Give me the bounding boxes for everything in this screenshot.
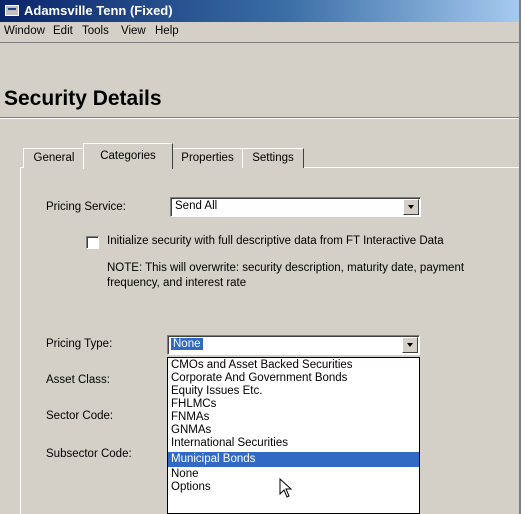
menu-view[interactable]: View [121,25,146,37]
tab-categories[interactable]: Categories [83,143,173,169]
tab-categories-label: Categories [100,150,156,162]
tab-settings-label: Settings [252,152,294,164]
subsector-code-label: Subsector Code: [46,448,132,460]
menu-help[interactable]: Help [155,25,179,37]
mouse-pointer-icon [279,478,293,498]
chevron-down-icon[interactable] [402,337,418,353]
overwrite-note: NOTE: This will overwrite: security desc… [107,261,519,291]
pricing-type-label: Pricing Type: [46,338,113,350]
menu-edit[interactable]: Edit [53,25,73,37]
tab-properties-label: Properties [181,152,234,164]
asset-class-label: Asset Class: [46,374,110,386]
overwrite-note-line2: frequency, and interest rate [107,277,247,289]
initialize-security-checkbox[interactable] [86,236,99,249]
page-title: Security Details [4,87,162,110]
tab-properties[interactable]: Properties [171,148,244,168]
menu-window[interactable]: Window [4,25,45,37]
window-title: Adamsville Tenn (Fixed) [24,3,173,18]
menu-tools[interactable]: Tools [82,25,109,37]
pricing-service-select[interactable]: Send All [170,197,421,217]
pricing-service-label: Pricing Service: [46,201,126,213]
menu-bar: Window Edit Tools View Help [0,22,519,43]
dropdown-option[interactable]: Equity Issues Etc. [168,385,419,398]
tab-settings[interactable]: Settings [242,148,304,168]
chevron-down-icon[interactable] [403,199,419,215]
pricing-type-value: None [171,338,203,350]
initialize-security-label[interactable]: Initialize security with full descriptiv… [107,235,444,247]
sector-code-label: Sector Code: [46,410,114,422]
dropdown-option[interactable]: GNMAs [168,424,419,437]
dropdown-option[interactable]: Corporate And Government Bonds [168,372,419,385]
pricing-type-select[interactable]: None [167,335,420,355]
header-divider-highlight [0,118,519,119]
tab-general[interactable]: General [23,148,85,168]
dropdown-option[interactable]: FNMAs [168,411,419,424]
title-bar[interactable]: Adamsville Tenn (Fixed) [0,0,519,22]
tab-general-label: General [33,152,75,164]
dropdown-option[interactable]: CMOs and Asset Backed Securities [168,359,419,372]
app-window-icon[interactable] [5,5,19,16]
app-window: Adamsville Tenn (Fixed) Window Edit Tool… [0,0,521,514]
dropdown-option[interactable]: FHLMCs [168,398,419,411]
dropdown-option[interactable]: International Securities [168,437,419,450]
dropdown-option-highlighted[interactable]: Municipal Bonds [168,452,419,467]
overwrite-note-line1: NOTE: This will overwrite: security desc… [107,262,465,274]
pricing-service-value: Send All [175,200,218,212]
